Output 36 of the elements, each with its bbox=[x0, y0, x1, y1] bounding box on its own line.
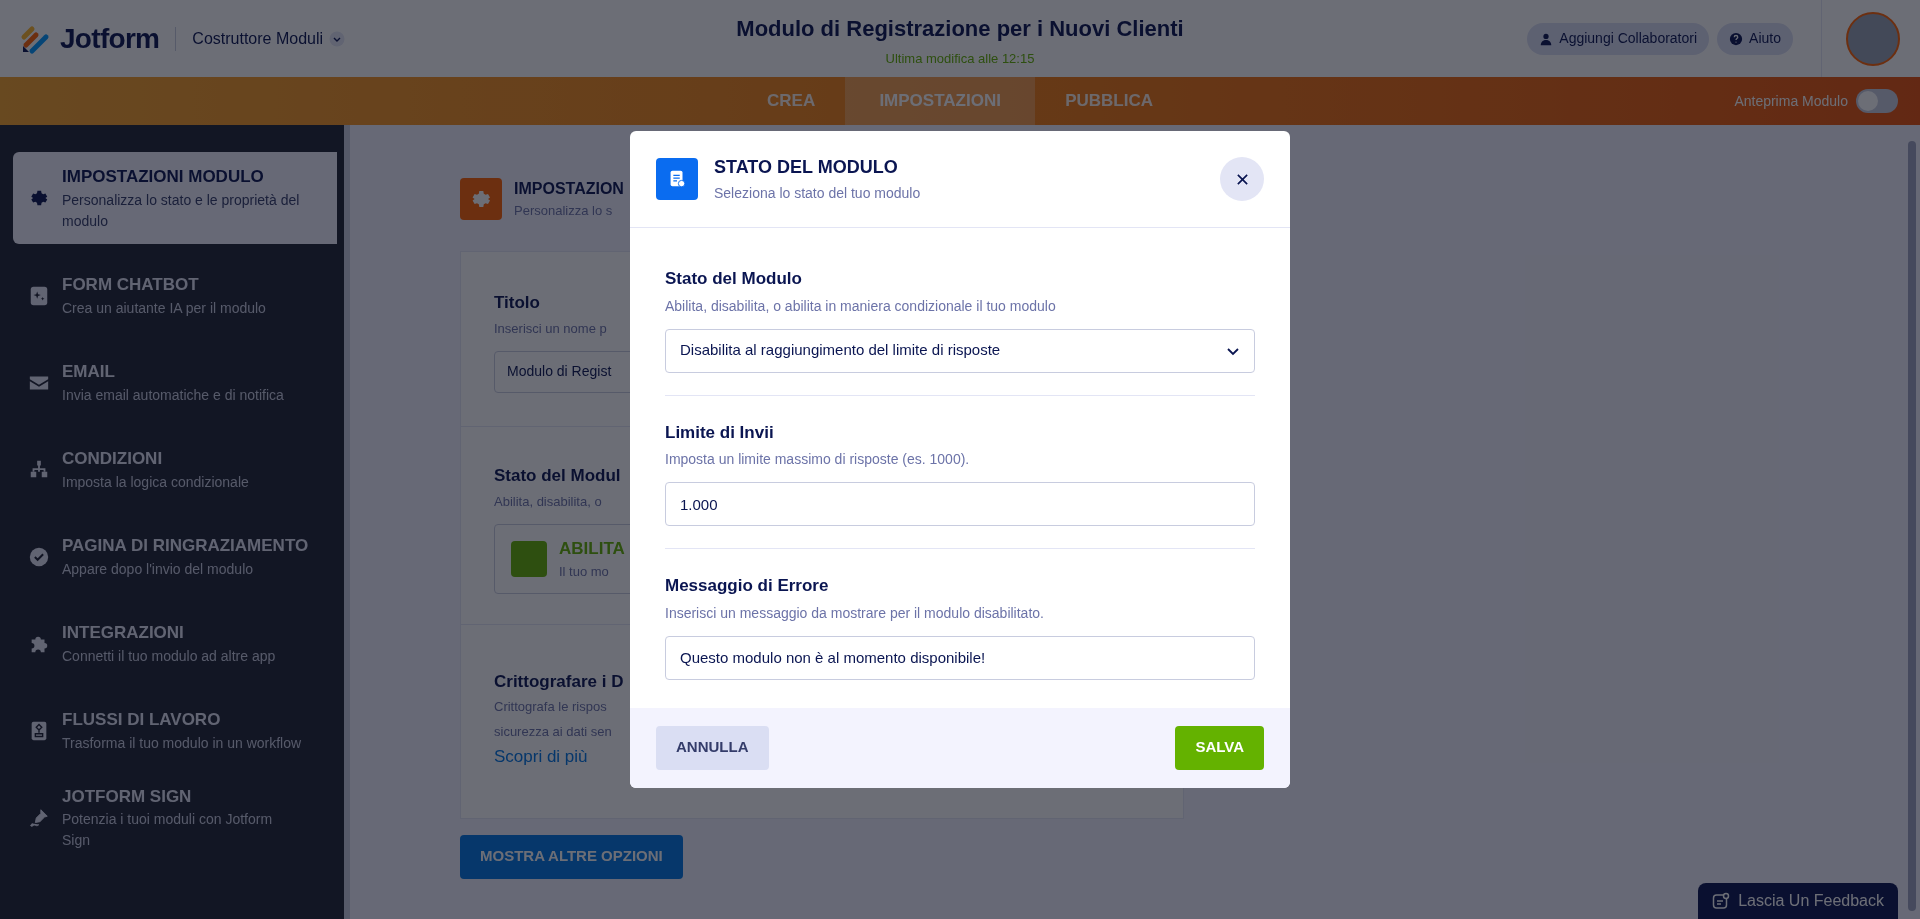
field-hint: Abilita, disabilita, o abilita in maniera condizionale il tuo modulo bbox=[665, 296, 1056, 316]
field-label: Stato del Modulo bbox=[665, 268, 802, 290]
preview-label: Anteprima Modulo bbox=[1734, 91, 1848, 111]
sidebar-item-description: Appare dopo l'invio del modulo bbox=[62, 559, 255, 579]
sidebar-item-description: Invia email automatiche e di notifica bbox=[62, 385, 284, 405]
sidebar-item-title: PAGINA DI RINGRAZIAMENTO bbox=[62, 535, 309, 558]
sidebar-item-description: Personalizza lo stato e le proprietà del modulo bbox=[62, 190, 301, 231]
sidebar-item-title: EMAIL bbox=[62, 361, 116, 384]
sidebar-item-description: Connetti il tuo modulo ad altre app bbox=[62, 646, 276, 666]
feedback-label: Lascia Un Feedback bbox=[1738, 891, 1884, 911]
field-label: Messaggio di Errore bbox=[665, 575, 829, 597]
logo-wordmark: Jotform bbox=[60, 21, 160, 56]
field-label: Titolo bbox=[494, 291, 540, 314]
sidebar-item-title: IMPOSTAZIONI MODULO bbox=[62, 166, 265, 189]
field-hint: Inserisci un messaggio da mostrare per il modulo disabilitato. bbox=[665, 603, 1044, 623]
sidebar-item-description: Imposta la logica condizionale bbox=[62, 472, 249, 492]
modal-title: STATO DEL MODULO bbox=[714, 156, 899, 179]
last-modified-text: Ultima modifica alle 12:15 bbox=[885, 50, 1035, 68]
sidebar-item-title: JOTFORM SIGN bbox=[62, 785, 193, 808]
field-label: Crittografare i D bbox=[494, 670, 624, 693]
section-heading: IMPOSTAZION bbox=[514, 179, 624, 199]
status-title: ABILITA bbox=[559, 538, 625, 560]
field-label: Limite di Invii bbox=[665, 421, 774, 444]
sidebar-item-description: Crea un aiutante IA per il modulo bbox=[62, 298, 266, 318]
field-hint-line: sicurezza ai dati sen bbox=[494, 723, 612, 741]
field-hint: Inserisci un nome p bbox=[494, 320, 607, 338]
sidebar-item-title: INTEGRAZIONI bbox=[62, 622, 185, 645]
sidebar-item-title: FLUSSI DI LAVORO bbox=[62, 709, 222, 732]
field-hint: Abilita, disabilita, o bbox=[494, 493, 602, 511]
sidebar-item-title: FORM CHATBOT bbox=[62, 274, 200, 297]
form-title: Modulo di Registrazione per i Nuovi Clienti bbox=[736, 15, 1184, 43]
sidebar-item-title: CONDIZIONI bbox=[62, 448, 164, 471]
field-label: Stato del Modul bbox=[494, 464, 621, 487]
field-hint: Imposta un limite massimo di risposte (es. 1000). bbox=[665, 450, 970, 469]
modal-subtitle: Seleziona lo stato del tuo modulo bbox=[714, 184, 922, 203]
field-hint-line: Crittografa le rispos bbox=[494, 698, 607, 716]
